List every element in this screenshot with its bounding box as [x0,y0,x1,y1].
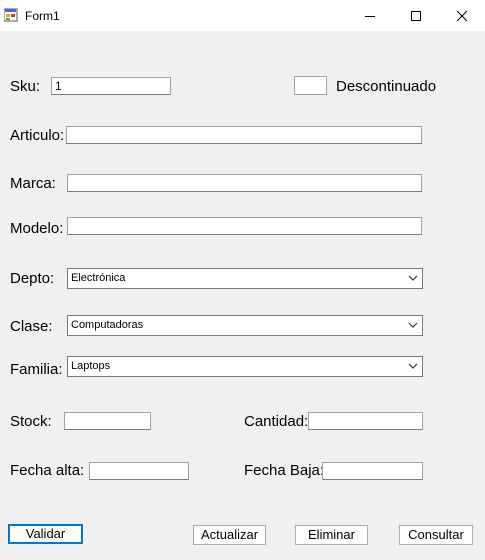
validar-button[interactable]: Validar [8,524,83,544]
depto-label: Depto: [10,270,55,287]
form-app-icon [4,8,18,22]
modelo-label: Modelo: [10,220,64,237]
consultar-button[interactable]: Consultar [399,525,473,545]
fecha-alta-input[interactable] [89,462,189,480]
maximize-icon [411,10,421,21]
fecha-baja-input[interactable] [322,462,423,480]
depto-select[interactable]: Electrónica [67,268,423,289]
depto-selected-value: Electrónica [71,272,126,284]
stock-label: Stock: [10,413,52,430]
chevron-down-icon [408,363,418,369]
close-button[interactable] [439,0,485,31]
clase-selected-value: Computadoras [71,319,144,331]
descontinuado-label: Descontinuado [336,78,437,95]
title-bar: Form1 [0,0,485,31]
modelo-input[interactable] [67,217,422,235]
form-client-area [0,31,485,560]
sku-input[interactable]: 1 [51,77,171,95]
articulo-input[interactable] [66,126,422,144]
cantidad-label: Cantidad: [244,413,309,430]
close-icon [456,10,468,21]
chevron-down-icon [408,275,418,281]
fecha-baja-label: Fecha Baja: [244,462,325,479]
familia-select[interactable]: Laptops [67,356,423,377]
chevron-down-icon [408,322,418,328]
familia-label: Familia: [10,361,63,378]
minimize-icon [365,15,375,17]
marca-input[interactable] [67,174,422,192]
articulo-label: Articulo: [10,127,65,144]
sku-label: Sku: [10,78,41,95]
fecha-alta-label: Fecha alta: [10,462,85,479]
stock-input[interactable] [64,412,151,430]
minimize-button[interactable] [347,0,393,31]
window-title: Form1 [25,9,60,23]
actualizar-button[interactable]: Actualizar [193,525,266,545]
eliminar-button[interactable]: Eliminar [295,525,368,545]
descontinuado-checkbox[interactable] [294,76,327,95]
clase-select[interactable]: Computadoras [67,315,423,336]
cantidad-input[interactable] [308,412,423,430]
familia-selected-value: Laptops [71,360,111,372]
marca-label: Marca: [10,175,56,192]
maximize-button[interactable] [393,0,439,31]
clase-label: Clase: [10,318,53,335]
